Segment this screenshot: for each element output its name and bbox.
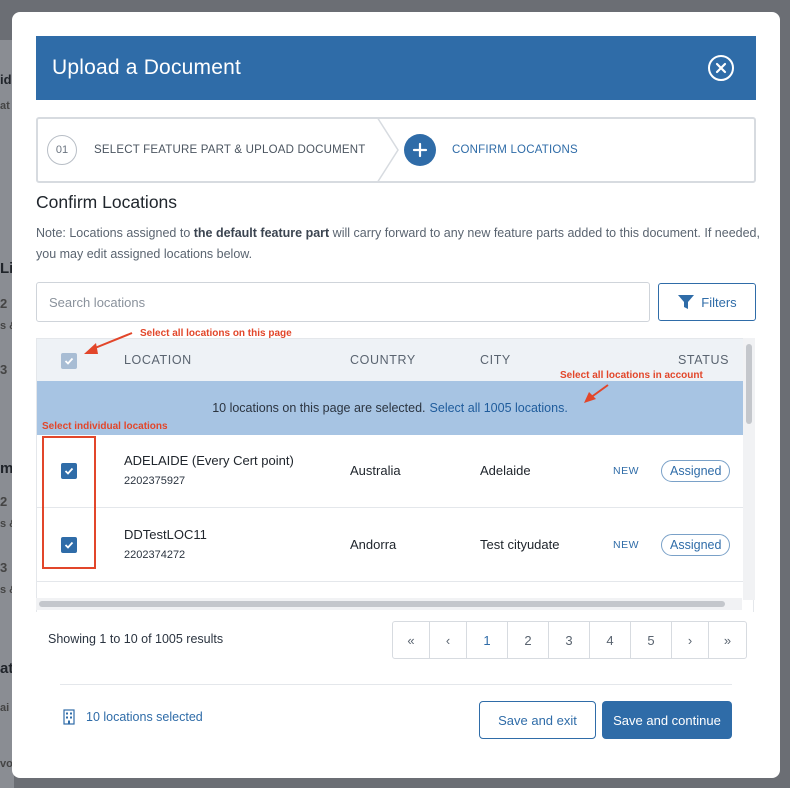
close-icon — [715, 62, 727, 74]
table-row[interactable]: ADELAIDE (Every Cert point) 2202375927 A… — [37, 435, 743, 508]
filter-icon — [678, 295, 695, 309]
annotation-highlight-box — [42, 436, 96, 569]
location-id: 2202374272 — [124, 549, 186, 561]
background-text: vo — [0, 758, 13, 770]
column-header-status[interactable]: STATUS — [678, 353, 729, 367]
country: Andorra — [350, 537, 397, 552]
location-name: ADELAIDE (Every Cert point) — [124, 453, 294, 468]
annotation-label: Select all locations on this page — [140, 328, 292, 339]
filters-button[interactable]: Filters — [658, 283, 756, 321]
scrollbar-thumb[interactable] — [39, 601, 725, 607]
page-3-button[interactable]: 3 — [549, 622, 590, 658]
filters-label: Filters — [701, 294, 737, 310]
background-text: 2 — [0, 296, 8, 311]
section-title: Confirm Locations — [36, 192, 178, 212]
new-tag: NEW — [613, 465, 639, 477]
background-text: 2 — [0, 494, 8, 509]
modal-header: Upload a Document — [36, 36, 756, 100]
note-text: Note: Locations assigned to the default … — [36, 223, 760, 265]
annotation-label: Select individual locations — [42, 421, 168, 432]
city: Test cityudate — [480, 537, 560, 552]
building-icon — [63, 709, 75, 725]
page-2-button[interactable]: 2 — [508, 622, 549, 658]
page-1-button[interactable]: 1 — [467, 622, 508, 658]
page-5-button[interactable]: 5 — [631, 622, 672, 658]
stepper: 01 SELECT FEATURE PART & UPLOAD DOCUMENT… — [36, 117, 756, 183]
save-and-exit-button[interactable]: Save and exit — [479, 701, 596, 739]
previous-page-button[interactable]: ‹ — [430, 622, 467, 658]
background-text: id — [0, 72, 12, 87]
next-page-button[interactable]: › — [672, 622, 709, 658]
step-number: 01 — [47, 135, 77, 165]
new-tag: NEW — [613, 539, 639, 551]
table-row[interactable]: DDTestLOC11 2202374272 Andorra Test city… — [37, 509, 743, 582]
vertical-scrollbar[interactable] — [743, 338, 755, 600]
country: Australia — [350, 463, 401, 478]
step-select-feature-part[interactable]: 01 SELECT FEATURE PART & UPLOAD DOCUMENT — [38, 119, 378, 181]
scrollbar-thumb[interactable] — [746, 344, 752, 424]
step-label: SELECT FEATURE PART & UPLOAD DOCUMENT — [94, 144, 366, 156]
upload-document-modal: Upload a Document 01 SELECT FEATURE PART… — [12, 12, 780, 778]
step-label: CONFIRM LOCATIONS — [452, 144, 578, 156]
save-and-continue-button[interactable]: Save and continue — [602, 701, 732, 739]
city: Adelaide — [480, 463, 531, 478]
plus-icon — [404, 134, 436, 166]
note-bold: the default feature part — [193, 226, 330, 240]
results-summary: Showing 1 to 10 of 1005 results — [48, 632, 224, 646]
select-all-locations-link[interactable]: Select all 1005 locations. — [430, 401, 568, 415]
annotation-arrow-icon — [84, 332, 133, 354]
footer-divider — [60, 684, 732, 685]
modal-title: Upload a Document — [52, 56, 242, 79]
selected-locations-count: 10 locations selected — [62, 709, 203, 725]
first-page-button[interactable]: « — [393, 622, 430, 658]
column-header-city[interactable]: CITY — [480, 353, 511, 367]
page-4-button[interactable]: 4 — [590, 622, 631, 658]
note-prefix: Note: Locations assigned to — [36, 226, 194, 240]
background-text: 3 — [0, 560, 8, 575]
horizontal-scrollbar[interactable] — [36, 598, 742, 610]
step-confirm-locations[interactable]: CONFIRM LOCATIONS — [404, 119, 578, 181]
background-text: at — [0, 100, 10, 112]
location-id: 2202375927 — [124, 475, 186, 487]
checkmark-icon — [64, 357, 74, 365]
location-name: DDTestLOC11 — [124, 527, 207, 542]
status-badge[interactable]: Assigned — [661, 534, 731, 556]
annotation-label: Select all locations in account — [560, 370, 703, 381]
select-all-page-checkbox[interactable] — [61, 353, 77, 369]
annotation-arrow-icon — [584, 384, 609, 403]
last-page-button[interactable]: » — [709, 622, 746, 658]
search-input[interactable]: Search locations — [36, 282, 650, 322]
banner-text: 10 locations on this page are selected. — [212, 401, 426, 415]
background-text: ai — [0, 702, 10, 714]
pagination: « ‹ 1 2 3 4 5 › » — [392, 621, 747, 659]
step-separator-chevron — [376, 117, 399, 183]
column-header-country[interactable]: COUNTRY — [350, 353, 416, 367]
background-text: 3 — [0, 362, 8, 377]
status-badge[interactable]: Assigned — [661, 460, 731, 482]
close-button[interactable] — [708, 55, 734, 81]
selected-count-label: 10 locations selected — [86, 710, 203, 724]
